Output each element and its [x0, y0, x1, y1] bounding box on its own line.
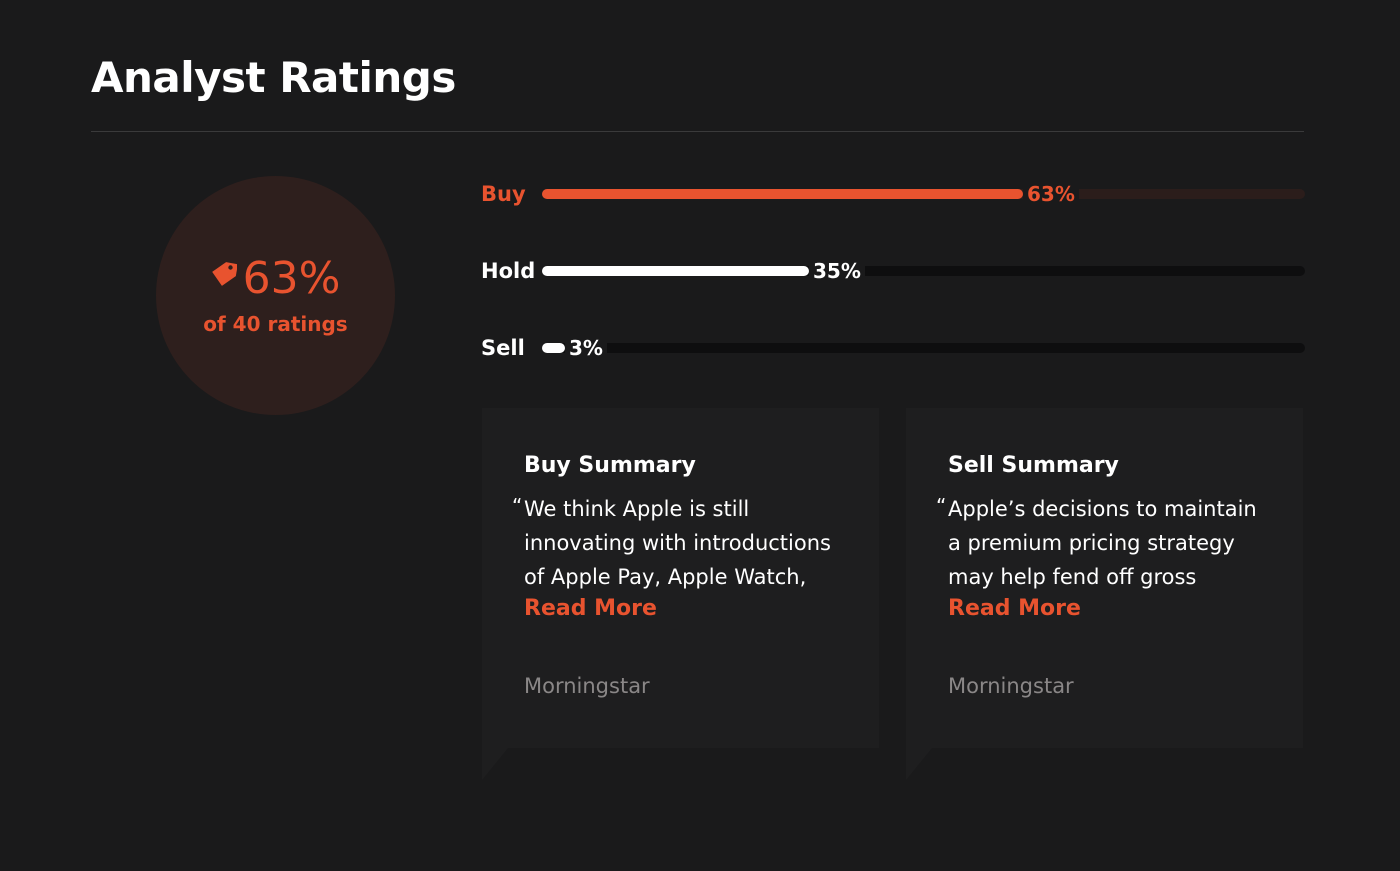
card-tail: [482, 748, 508, 780]
card-quote-line: Apple’s decisions to maintain: [948, 497, 1257, 521]
card-heading: Buy Summary: [524, 453, 696, 478]
card-quote-line: may help fend off gross: [948, 565, 1197, 589]
rating-row-hold: Hold 35%: [481, 256, 1305, 286]
quote-mark: “: [936, 494, 947, 518]
card-tail: [906, 748, 932, 780]
rating-row-buy: Buy 63%: [481, 179, 1305, 209]
card-quote-line: innovating with introductions: [524, 531, 831, 555]
card-quote-line: We think Apple is still: [524, 497, 750, 521]
summary-percent-row: 63%: [156, 252, 395, 306]
price-tag-icon: [211, 262, 237, 286]
quote-mark: “: [512, 494, 523, 518]
sell-summary-card: Sell Summary “ Apple’s decisions to main…: [906, 408, 1303, 780]
title-divider: [91, 131, 1304, 132]
rating-percent-hold: 35%: [809, 256, 865, 286]
rating-row-sell: Sell 3%: [481, 333, 1305, 363]
rating-percent-buy: 63%: [1023, 179, 1079, 209]
summary-circle: 63% of 40 ratings: [156, 176, 395, 415]
page-title: Analyst Ratings: [91, 53, 456, 102]
rating-track-sell: [542, 343, 1305, 353]
rating-bar-hold: [542, 266, 809, 276]
card-source: Morningstar: [948, 674, 1074, 698]
card-quote-text: Apple’s decisions to maintain a premium …: [948, 492, 1293, 594]
rating-bar-buy: [542, 189, 1023, 199]
rating-percent-sell: 3%: [565, 333, 607, 363]
summary-percent: 63%: [242, 253, 341, 304]
rating-bar-sell: [542, 343, 565, 353]
buy-summary-card: Buy Summary “ We think Apple is still in…: [482, 408, 879, 780]
card-heading: Sell Summary: [948, 453, 1119, 478]
card-quote-text: We think Apple is still innovating with …: [524, 492, 869, 594]
rating-label-sell: Sell: [481, 336, 525, 360]
card-quote-line: of Apple Pay, Apple Watch,: [524, 565, 807, 589]
read-more-link[interactable]: Read More: [524, 596, 657, 621]
read-more-link[interactable]: Read More: [948, 596, 1081, 621]
rating-label-hold: Hold: [481, 259, 536, 283]
analyst-ratings-page: Analyst Ratings 63% of 40 ratings Buy 63…: [0, 0, 1400, 871]
card-quote-line: a premium pricing strategy: [948, 531, 1235, 555]
card-source: Morningstar: [524, 674, 650, 698]
rating-label-buy: Buy: [481, 182, 526, 206]
summary-subtitle: of 40 ratings: [203, 312, 348, 336]
